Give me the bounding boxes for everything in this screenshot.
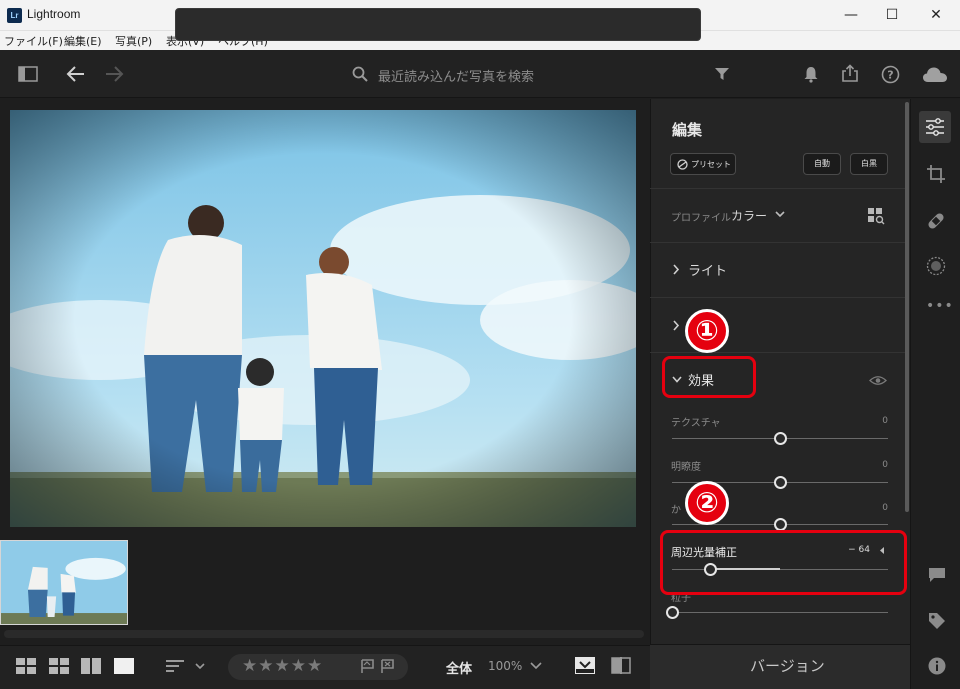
menu-edit[interactable]: 編集(E)	[64, 33, 102, 49]
version-label[interactable]: バージョン	[750, 655, 825, 676]
search-icon	[352, 66, 368, 82]
detail-view-icon[interactable]	[114, 658, 134, 674]
search-placeholder: 最近読み込んだ写真を検索	[378, 70, 535, 85]
profile-chevron-down-icon[interactable]	[775, 211, 785, 218]
menu-photo[interactable]: 写真(P)	[115, 33, 152, 49]
forward-arrow-icon[interactable]	[104, 65, 124, 83]
star-rating[interactable]: ★★★★★	[242, 656, 323, 676]
edit-sliders-icon[interactable]	[925, 118, 945, 136]
clarity-slider-knob[interactable]	[773, 476, 787, 489]
preset-button[interactable]: プリセット	[670, 153, 736, 175]
annotation-badge-1: ①	[685, 309, 729, 353]
window-title: Lightroom	[27, 7, 81, 21]
flag-icon[interactable]	[360, 659, 398, 674]
square-grid-view-icon[interactable]	[16, 658, 36, 674]
more-tools-icon[interactable]: •••	[926, 298, 954, 314]
divider	[650, 188, 908, 189]
before-after-icon[interactable]	[611, 657, 631, 674]
annotation-badge-2: ②	[685, 481, 729, 525]
zoom-fit-label[interactable]: 全体	[446, 658, 472, 677]
profile-label: プロファイル	[671, 213, 731, 224]
zoom-chevron-down-icon[interactable]	[530, 662, 542, 670]
divider	[650, 352, 908, 353]
back-arrow-icon[interactable]	[66, 65, 86, 83]
edit-panel-title: 編集	[672, 121, 703, 139]
panel-scrollbar[interactable]	[905, 102, 909, 512]
info-icon[interactable]	[928, 657, 946, 675]
filmstrip-toggle-icon[interactable]	[575, 657, 595, 674]
texture-value: 0	[882, 416, 888, 426]
help-icon[interactable]: ?	[881, 65, 900, 84]
zoom-percent[interactable]: 100%	[488, 659, 522, 673]
search-input[interactable]	[175, 8, 701, 41]
svg-text:?: ?	[887, 69, 893, 82]
grain-slider-track[interactable]	[672, 612, 888, 613]
filmstrip-thumbnail[interactable]	[0, 540, 128, 625]
tag-icon[interactable]	[928, 612, 946, 630]
dehaze-value: 0	[882, 503, 888, 513]
share-icon[interactable]	[841, 64, 859, 83]
crop-icon[interactable]	[926, 164, 946, 184]
healing-bandage-icon[interactable]	[925, 210, 947, 232]
minimize-button[interactable]: —	[829, 0, 873, 31]
black-white-button[interactable]: 白黒	[850, 153, 888, 175]
preset-icon	[677, 159, 688, 170]
annotation-highlight-vignette	[660, 530, 907, 595]
section-light[interactable]: ライト	[688, 260, 727, 279]
preset-label: プリセット	[691, 160, 731, 169]
panel-toggle-icon[interactable]	[18, 66, 38, 82]
annotation-highlight-effects	[662, 356, 756, 398]
visibility-eye-icon[interactable]	[869, 375, 887, 386]
clarity-value: 0	[882, 460, 888, 470]
lightroom-logo-icon: Lr	[7, 8, 22, 23]
cloud-icon[interactable]	[922, 66, 948, 83]
color-chevron-right-icon[interactable]	[672, 320, 680, 331]
close-button[interactable]: ✕	[914, 0, 958, 31]
filmstrip-scrollbar[interactable]	[4, 630, 644, 638]
photo-grid-view-icon[interactable]	[49, 658, 69, 674]
main-photo[interactable]	[10, 110, 636, 527]
masking-icon[interactable]	[926, 256, 946, 276]
menu-file[interactable]: ファイル(F)	[4, 33, 63, 49]
divider	[650, 297, 908, 298]
compare-view-icon[interactable]	[81, 658, 101, 674]
filter-icon[interactable]	[714, 67, 730, 81]
light-chevron-right-icon[interactable]	[672, 264, 680, 275]
dehaze-label: か	[671, 505, 681, 516]
notification-bell-icon[interactable]	[803, 66, 819, 83]
profile-value-dropdown[interactable]: カラー	[731, 207, 767, 224]
tool-rail	[910, 99, 960, 689]
divider	[650, 242, 908, 243]
profile-browser-icon[interactable]	[867, 207, 885, 225]
maximize-button[interactable]: ☐	[870, 0, 914, 31]
auto-button[interactable]: 自動	[803, 153, 841, 175]
sort-menu-icon[interactable]	[166, 659, 206, 673]
texture-label: テクスチャ	[671, 418, 721, 429]
grain-slider-knob[interactable]	[665, 606, 679, 619]
clarity-label: 明瞭度	[671, 462, 701, 473]
comment-icon[interactable]	[928, 567, 946, 583]
texture-slider-knob[interactable]	[773, 432, 787, 445]
